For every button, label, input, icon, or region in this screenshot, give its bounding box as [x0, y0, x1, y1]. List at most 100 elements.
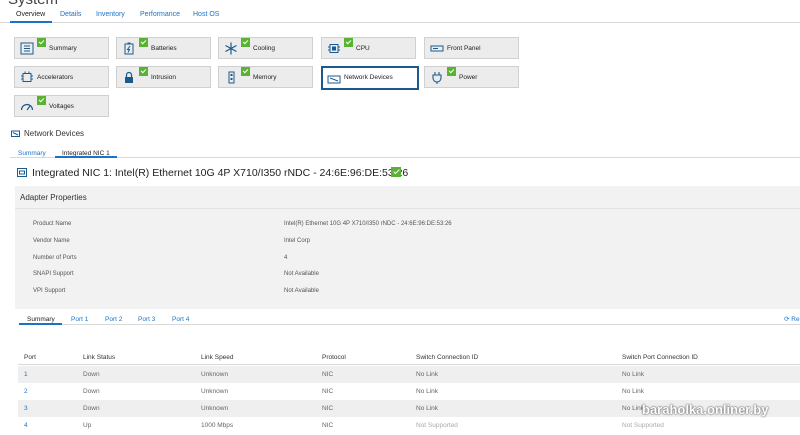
- port-tab-summary[interactable]: Summary: [27, 316, 55, 323]
- table-cell: Down: [83, 388, 100, 395]
- column-header[interactable]: Switch Port Connection ID: [622, 354, 698, 361]
- tile-label: Front Panel: [447, 45, 481, 52]
- table-cell: NIC: [322, 422, 334, 429]
- tile-accelerators[interactable]: Accelerators: [14, 66, 109, 88]
- ok-check-icon: [344, 38, 353, 47]
- refresh-label: Re: [791, 316, 800, 323]
- table-cell: Not Supported: [622, 422, 664, 429]
- tab-host-os[interactable]: Host OS: [193, 11, 219, 18]
- front-panel-icon: [430, 45, 444, 52]
- tile-intrusion[interactable]: Intrusion: [116, 66, 211, 88]
- ok-check-icon: [139, 67, 148, 76]
- tab-inventory[interactable]: Inventory: [96, 11, 125, 18]
- tab-performance[interactable]: Performance: [140, 11, 180, 18]
- tile-voltages[interactable]: Voltages: [14, 95, 109, 117]
- prop-value: Intel Corp: [284, 238, 311, 244]
- fan-icon: [225, 42, 237, 55]
- ok-check-icon: [241, 67, 250, 76]
- active-subtab-indicator: [55, 156, 117, 158]
- nic-title: Integrated NIC 1: Intel(R) Ethernet 10G …: [32, 167, 409, 179]
- tile-cpu[interactable]: CPU: [321, 37, 416, 59]
- prop-label: SNAPI Support: [33, 271, 74, 277]
- column-header[interactable]: Link Speed: [201, 354, 234, 361]
- subtab-summary[interactable]: Summary: [18, 150, 46, 157]
- ok-check-icon: [241, 38, 250, 47]
- tile-memory[interactable]: Memory: [218, 66, 313, 88]
- table-cell: NIC: [322, 388, 334, 395]
- tile-label: Summary: [49, 45, 77, 52]
- port-tabs: Summary Port 1 Port 2 Port 3 Port 4: [19, 313, 800, 325]
- summary-icon: [20, 42, 34, 55]
- tile-label: Cooling: [253, 45, 276, 52]
- prop-label: Vendor Name: [33, 238, 70, 244]
- plug-icon: [432, 72, 442, 84]
- tile-label: Intrusion: [151, 74, 176, 81]
- table-cell: No Link: [622, 371, 645, 378]
- prop-value: Not Available: [284, 271, 319, 277]
- port-link[interactable]: 4: [24, 422, 28, 429]
- table-cell: No Link: [416, 371, 439, 378]
- table-cell: Unknown: [201, 388, 229, 395]
- tab-details[interactable]: Details: [60, 11, 81, 18]
- tile-front-panel[interactable]: Front Panel: [424, 37, 519, 59]
- prop-value: Not Available: [284, 288, 319, 294]
- table-cell: NIC: [322, 405, 334, 412]
- table-cell: No Link: [416, 405, 439, 412]
- column-header[interactable]: Port: [24, 354, 36, 361]
- tile-label: Accelerators: [37, 74, 74, 81]
- tile-power[interactable]: Power: [424, 66, 519, 88]
- port-link[interactable]: 2: [24, 388, 28, 395]
- network-icon: [11, 130, 20, 137]
- port-tab-2[interactable]: Port 2: [105, 316, 122, 323]
- port-link[interactable]: 1: [24, 371, 28, 378]
- tile-label: Batteries: [151, 45, 177, 52]
- column-header[interactable]: Link Status: [83, 354, 115, 361]
- divider: [15, 208, 800, 209]
- device-subtabs: Summary Integrated NIC 1: [10, 147, 800, 158]
- port-link[interactable]: 3: [24, 405, 28, 412]
- ok-check-icon: [391, 167, 401, 177]
- gauge-icon: [20, 103, 34, 111]
- tile-cooling[interactable]: Cooling: [218, 37, 313, 59]
- table-cell: Unknown: [201, 371, 229, 378]
- tab-overview[interactable]: Overview: [16, 11, 45, 18]
- network-icon: [327, 75, 341, 84]
- ok-check-icon: [37, 38, 46, 47]
- table-cell: Up: [83, 422, 92, 429]
- prop-value: Intel(R) Ethernet 10G 4P X710/I350 rNDC …: [284, 221, 452, 227]
- table-cell: Not Supported: [416, 422, 458, 429]
- tile-label: Network Devices: [344, 74, 393, 81]
- active-tab-indicator: [10, 21, 52, 23]
- tile-network-devices[interactable]: Network Devices: [321, 66, 419, 90]
- ok-check-icon: [37, 96, 46, 105]
- column-header[interactable]: Switch Connection ID: [416, 354, 478, 361]
- memory-icon: [228, 71, 235, 84]
- table-cell: No Link: [416, 388, 439, 395]
- main-tabs: Overview Details Inventory Performance H…: [0, 7, 800, 23]
- prop-label: Number of Ports: [33, 255, 77, 261]
- adapter-properties-panel: Adapter Properties Product Name Intel(R)…: [15, 186, 800, 309]
- table-cell: NIC: [322, 371, 334, 378]
- port-tab-1[interactable]: Port 1: [71, 316, 88, 323]
- tile-summary[interactable]: Summary: [14, 37, 109, 59]
- column-header[interactable]: Protocol: [322, 354, 346, 361]
- prop-label: VPI Support: [33, 288, 66, 294]
- table-cell: 1000 Mbps: [201, 422, 234, 429]
- tile-batteries[interactable]: Batteries: [116, 37, 211, 59]
- cpu-icon: [328, 44, 340, 53]
- port-tab-3[interactable]: Port 3: [138, 316, 155, 323]
- prop-label: Product Name: [33, 221, 72, 227]
- table-header: Port Link Status Link Speed Protocol Swi…: [18, 349, 800, 365]
- table-cell: Down: [83, 371, 100, 378]
- port-tab-4[interactable]: Port 4: [172, 316, 189, 323]
- refresh-button[interactable]: ⟳ Re: [784, 315, 800, 323]
- table-row: 2 Down Unknown NIC No Link No Link: [18, 383, 800, 400]
- section-title: Network Devices: [24, 129, 85, 138]
- table-row: 4 Up 1000 Mbps NIC Not Supported Not Sup…: [18, 417, 800, 434]
- table-cell: Down: [83, 405, 100, 412]
- battery-icon: [124, 42, 134, 55]
- tile-label: Voltages: [49, 103, 74, 110]
- prop-value: 4: [284, 255, 288, 261]
- watermark: baraholka.onliner.by: [642, 402, 769, 417]
- table-row: 1 Down Unknown NIC No Link No Link: [18, 366, 800, 383]
